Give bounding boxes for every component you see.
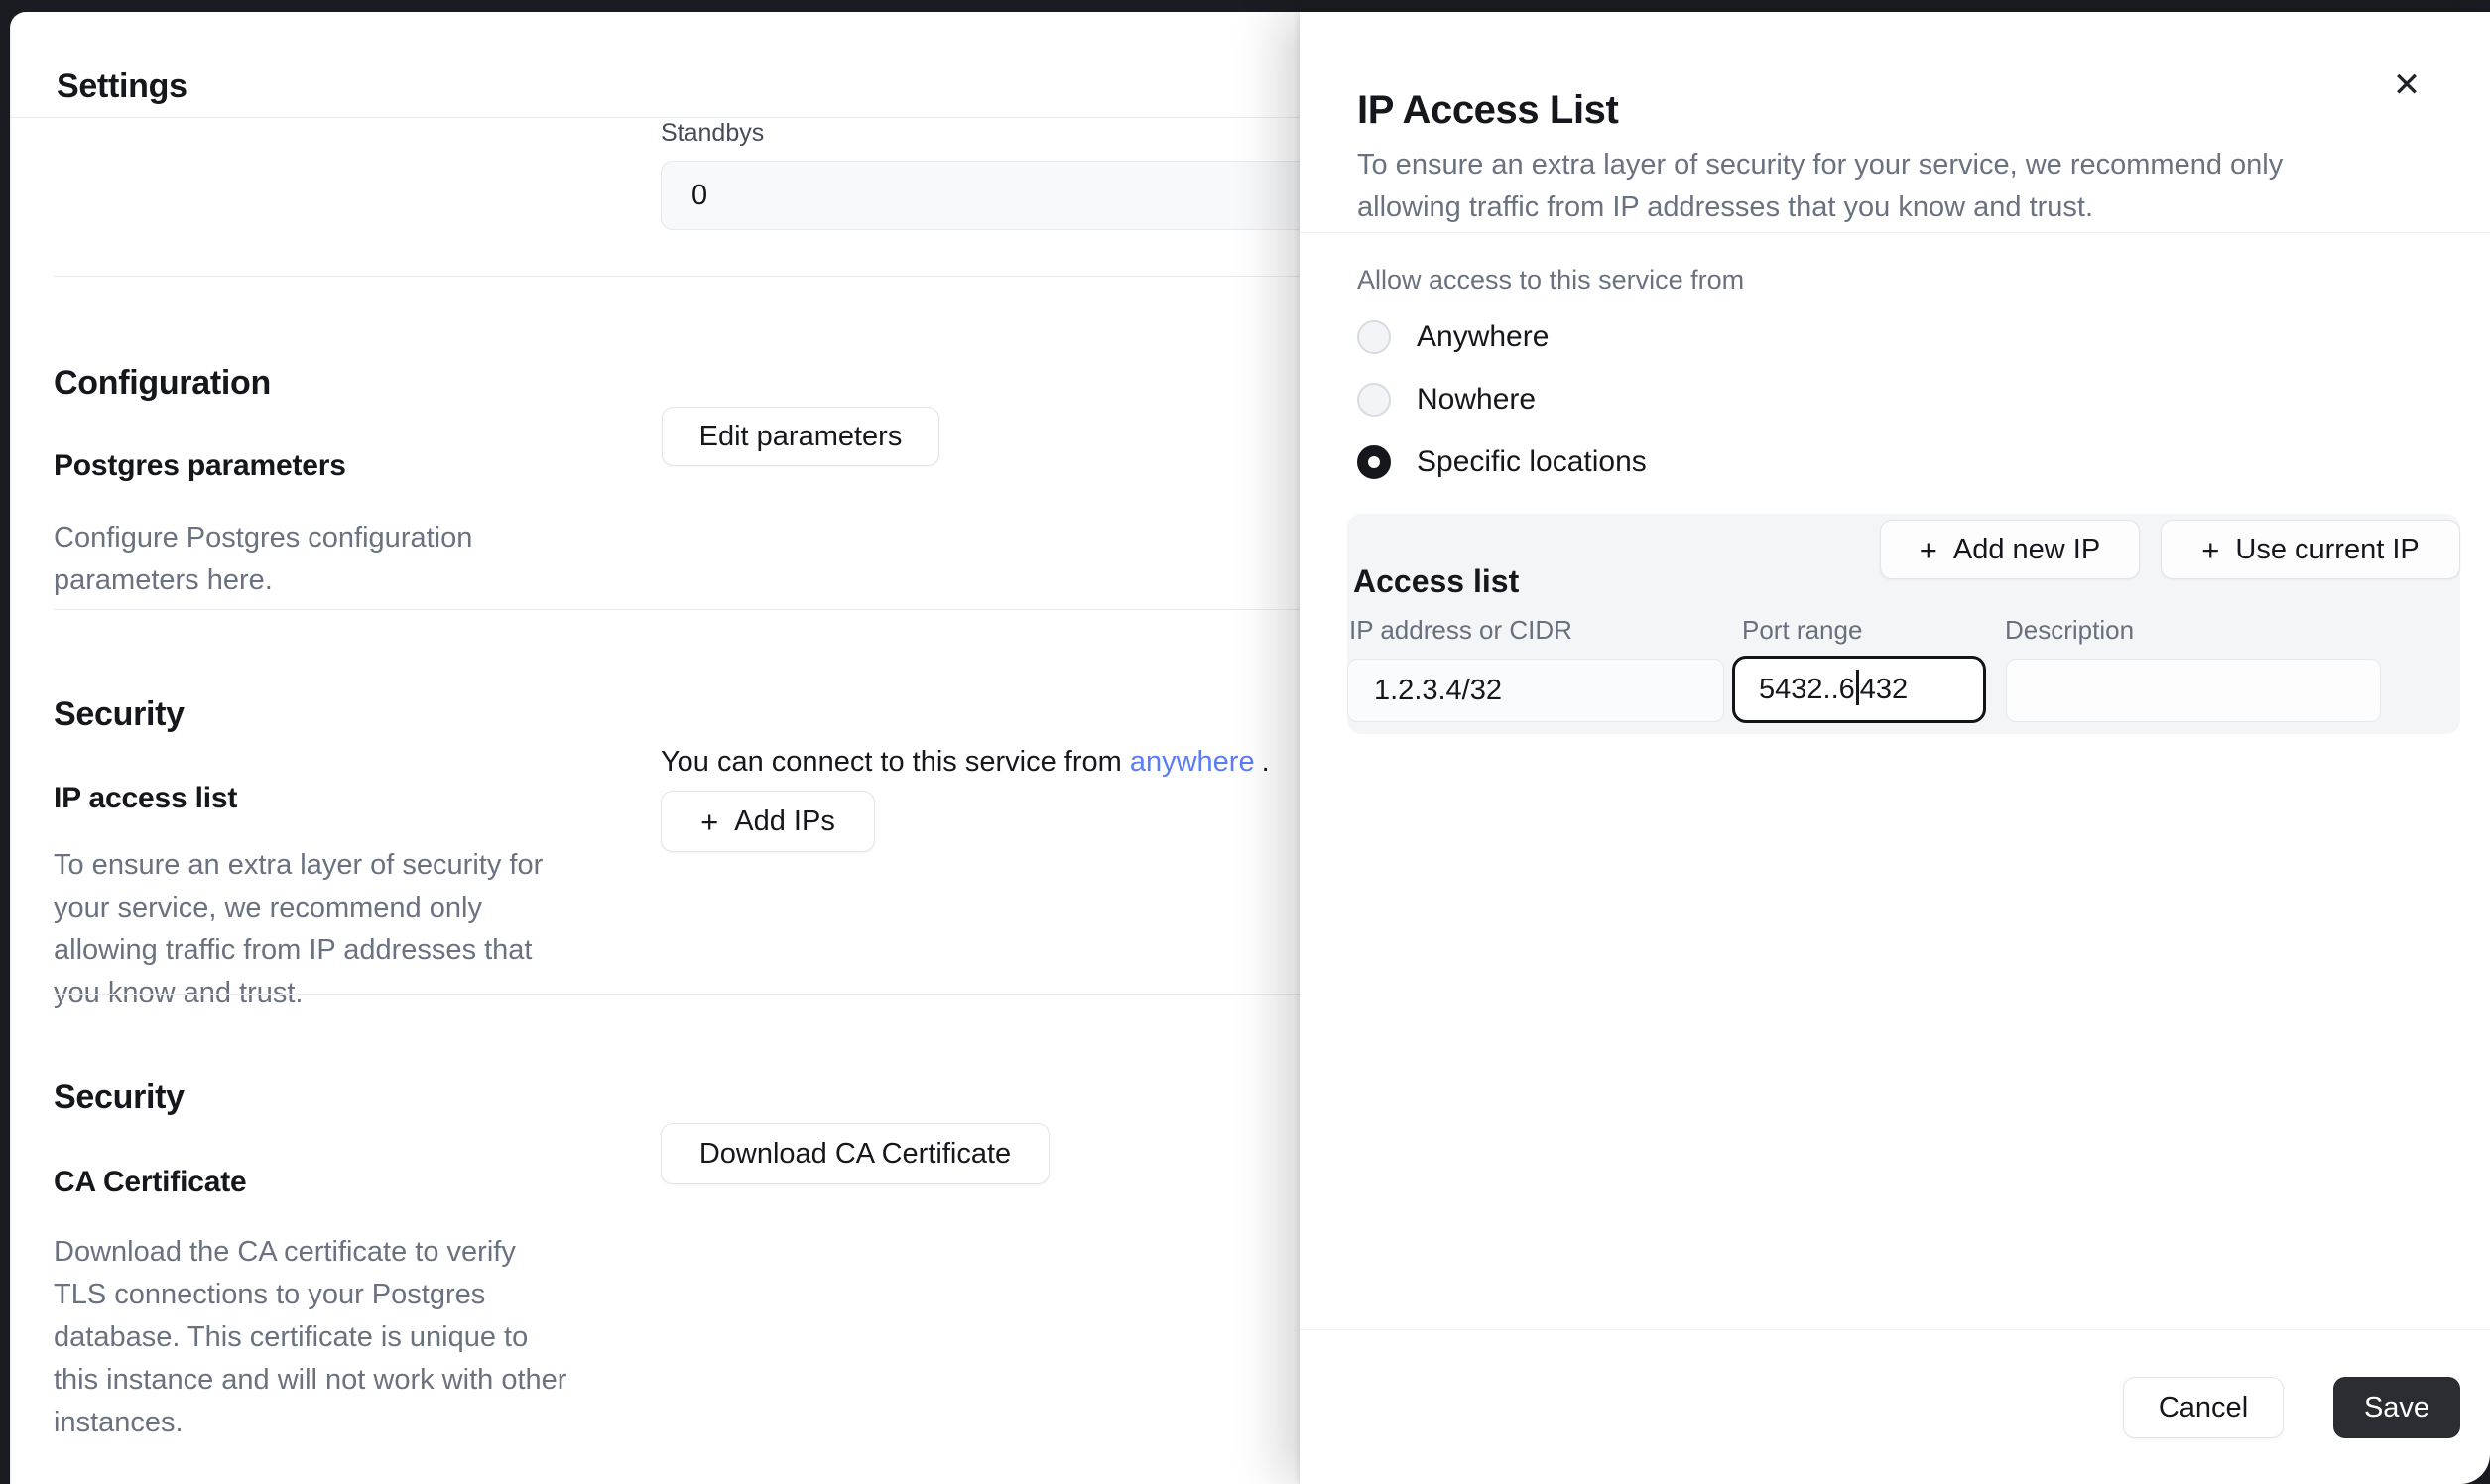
plus-icon: +: [2201, 535, 2219, 565]
ip-address-value: 1.2.3.4/32: [1374, 675, 1502, 707]
use-current-ip-label: Use current IP: [2235, 534, 2419, 566]
ca-certificate-label: CA Certificate: [54, 1163, 246, 1202]
ip-access-description: To ensure an extra layer of security for…: [54, 844, 669, 1015]
configuration-heading: Configuration: [54, 361, 271, 405]
access-list-heading: Access list: [1353, 560, 1519, 602]
radio-specific-locations-label: Specific locations: [1417, 442, 1647, 482]
page-title: Settings: [57, 64, 187, 108]
port-range-input[interactable]: 5432..6432: [1732, 656, 1986, 723]
close-icon[interactable]: ✕: [2381, 60, 2432, 111]
cancel-button[interactable]: Cancel: [2123, 1377, 2284, 1438]
text-caret: [1856, 670, 1859, 705]
port-range-value-after: 432: [1860, 674, 1908, 706]
app-root: Settings Standbys 0 Configuration Postgr…: [0, 0, 2490, 1484]
postgres-parameters-label: Postgres parameters: [54, 446, 346, 486]
ip-access-list-label: IP access list: [54, 779, 237, 818]
access-list-panel: Access list + Add new IP + Use current I…: [1347, 514, 2460, 734]
radio-anywhere-label: Anywhere: [1417, 317, 1549, 357]
column-description: Description: [2005, 613, 2134, 647]
radio-nowhere[interactable]: Nowhere: [1357, 380, 1536, 420]
edit-parameters-label: Edit parameters: [699, 421, 903, 453]
download-ca-certificate-button[interactable]: Download CA Certificate: [661, 1123, 1050, 1184]
connect-prefix: You can connect to this service from: [661, 746, 1130, 778]
ip-address-input[interactable]: 1.2.3.4/32: [1347, 659, 1724, 722]
plus-icon: +: [700, 806, 718, 837]
drawer-description: To ensure an extra layer of security for…: [1357, 144, 2419, 229]
standbys-input[interactable]: 0: [661, 161, 1335, 230]
save-label: Save: [2364, 1392, 2429, 1424]
security-heading: Security: [54, 692, 185, 736]
edit-parameters-button[interactable]: Edit parameters: [662, 407, 939, 466]
standbys-label: Standbys: [661, 117, 764, 149]
add-new-ip-button[interactable]: + Add new IP: [1880, 520, 2140, 579]
cancel-label: Cancel: [2159, 1392, 2248, 1424]
anywhere-link[interactable]: anywhere: [1130, 746, 1255, 778]
security-ca-heading: Security: [54, 1075, 185, 1119]
radio-circle-icon[interactable]: [1357, 320, 1391, 354]
drawer-title: IP Access List: [1357, 84, 1618, 136]
radio-circle-icon[interactable]: [1357, 445, 1391, 479]
radio-nowhere-label: Nowhere: [1417, 380, 1536, 420]
add-ips-button[interactable]: + Add IPs: [661, 791, 875, 852]
ip-access-list-drawer: IP Access List ✕ To ensure an extra laye…: [1300, 12, 2490, 1484]
column-ip-address: IP address or CIDR: [1349, 613, 1572, 647]
standbys-value: 0: [691, 180, 707, 212]
postgres-parameters-description: Configure Postgres configuration paramet…: [54, 517, 649, 602]
radio-anywhere[interactable]: Anywhere: [1357, 317, 1549, 357]
plus-icon: +: [1920, 535, 1937, 565]
radio-specific-locations[interactable]: Specific locations: [1357, 442, 1647, 482]
ca-certificate-description: Download the CA certificate to verify TL…: [54, 1231, 688, 1444]
connect-from-text: You can connect to this service from any…: [661, 742, 1270, 782]
add-new-ip-label: Add new IP: [1953, 534, 2100, 566]
download-ca-label: Download CA Certificate: [699, 1138, 1011, 1171]
add-ips-label: Add IPs: [734, 805, 835, 838]
use-current-ip-button[interactable]: + Use current IP: [2161, 520, 2460, 579]
drawer-divider: [1300, 232, 2490, 233]
column-port-range: Port range: [1742, 613, 1862, 647]
port-range-value-before: 5432..6: [1759, 674, 1855, 706]
footer-divider: [1300, 1329, 2490, 1330]
description-input[interactable]: [2006, 659, 2381, 722]
allow-access-label: Allow access to this service from: [1357, 262, 1744, 298]
save-button[interactable]: Save: [2333, 1377, 2460, 1438]
connect-suffix: .: [1262, 746, 1270, 778]
radio-circle-icon[interactable]: [1357, 383, 1391, 417]
